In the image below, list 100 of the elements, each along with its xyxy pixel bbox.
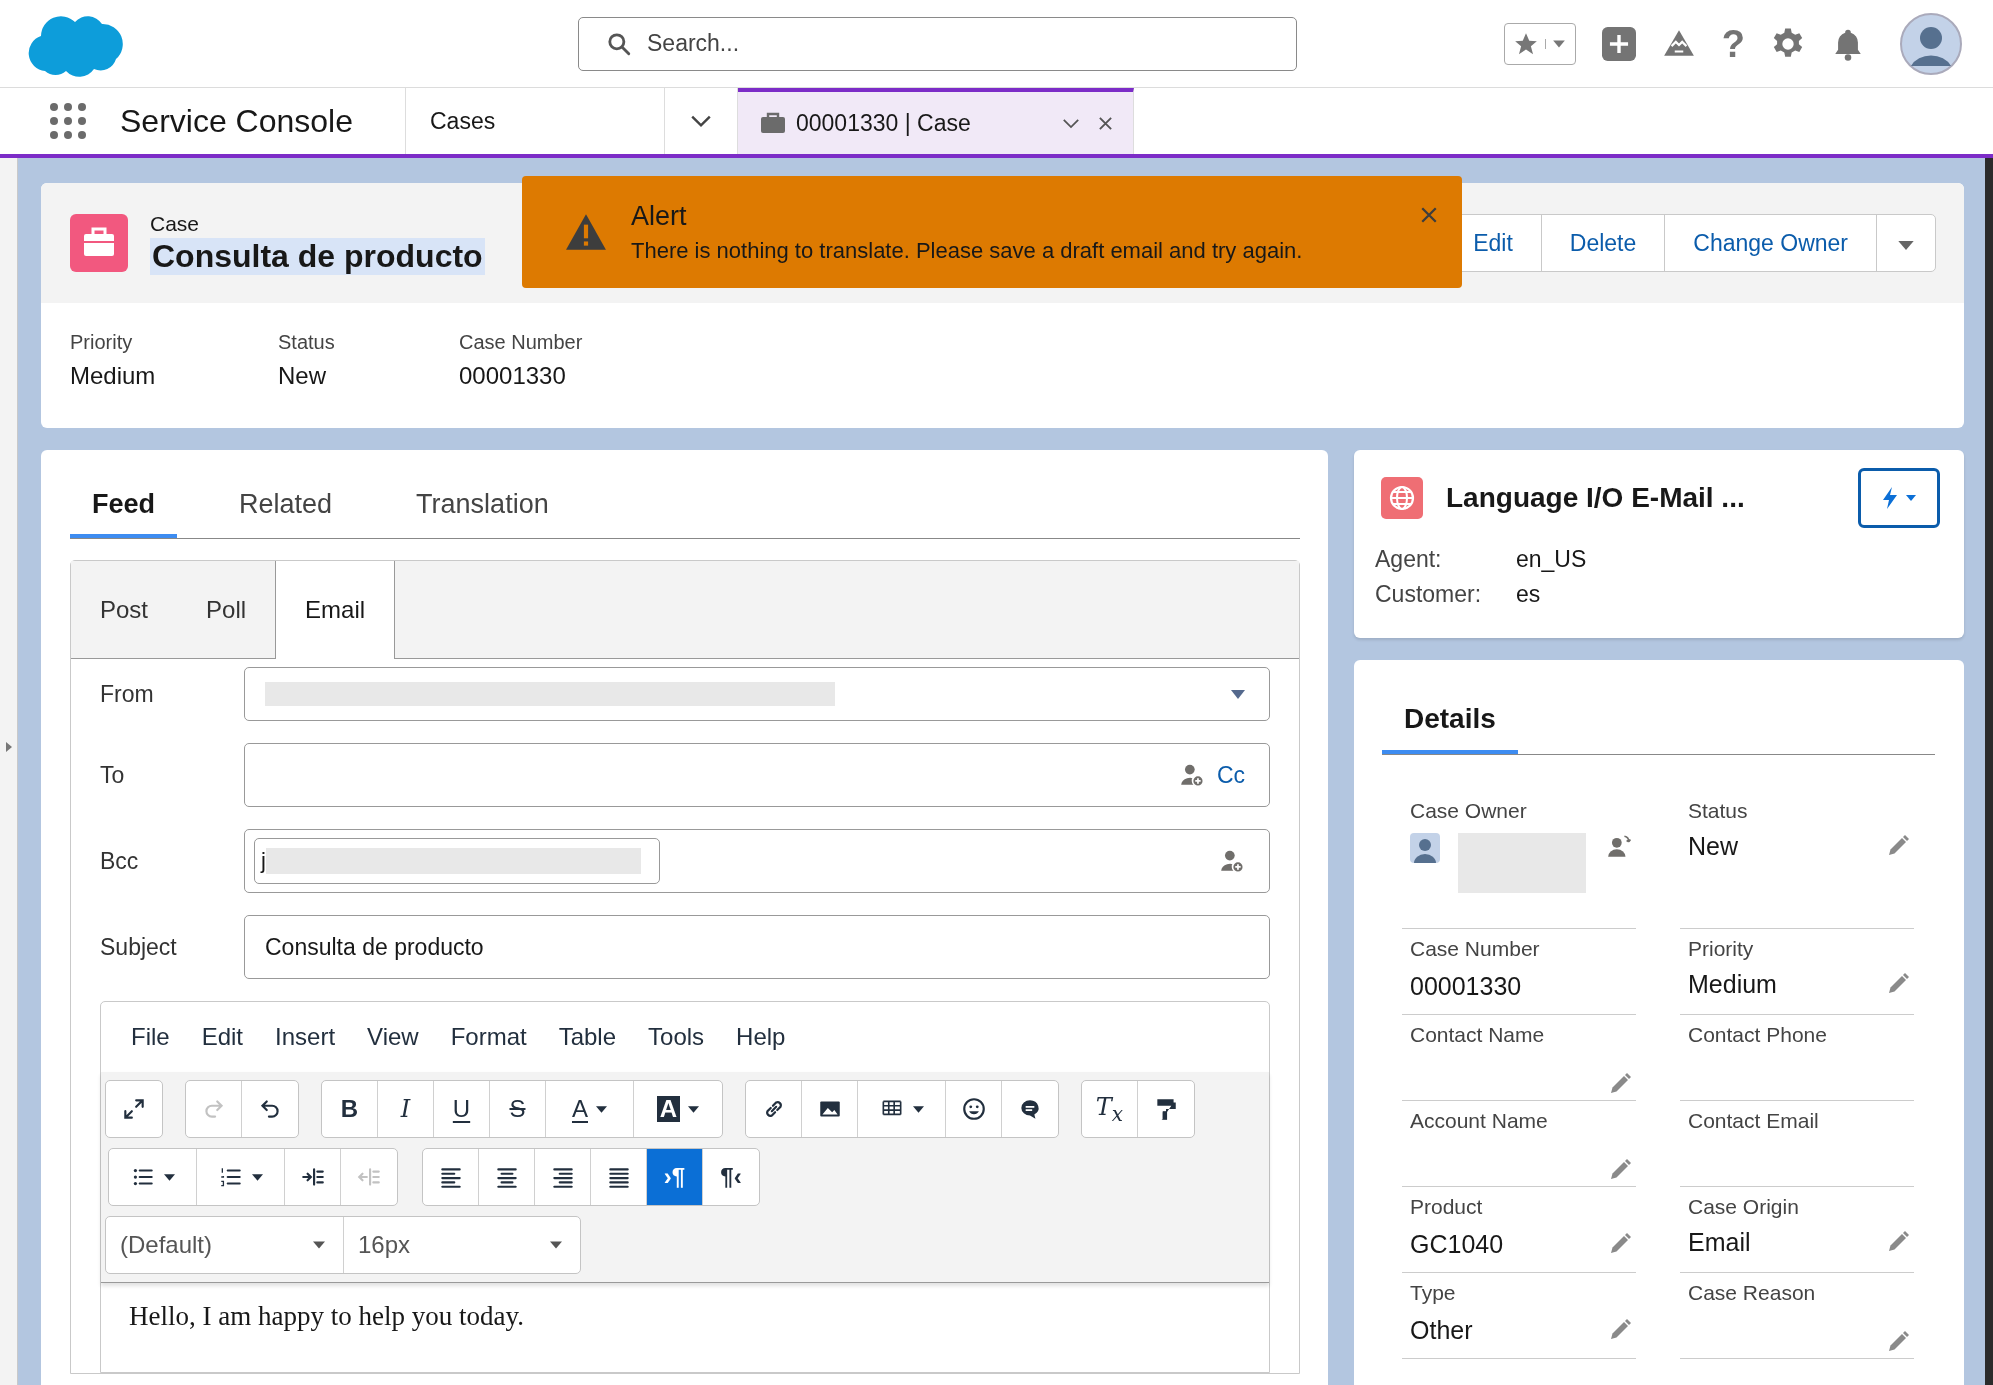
caret-right-icon <box>5 741 12 752</box>
close-icon[interactable] <box>1098 115 1113 131</box>
font-dropdown[interactable]: (Default) <box>106 1217 344 1273</box>
card-title: Language I/O E-Mail ... <box>1446 482 1746 514</box>
tab[interactable]: Poll <box>177 561 276 658</box>
tab[interactable]: Related <box>217 474 355 538</box>
workspace-tab[interactable]: 00001330 | Case <box>738 88 1134 154</box>
field-label: Case Number <box>1410 937 1541 961</box>
recipient-pill[interactable]: j <box>254 838 660 884</box>
smiley-icon <box>960 1096 987 1122</box>
menu-item[interactable]: Tools <box>648 1023 705 1051</box>
tab[interactable]: Post <box>71 561 178 658</box>
pencil-icon[interactable] <box>1886 972 1910 996</box>
menu-item[interactable]: Edit <box>201 1023 244 1051</box>
subject-field[interactable]: Consulta de producto <box>244 915 1270 979</box>
menu-item[interactable]: File <box>131 1023 170 1051</box>
bold-button[interactable]: B <box>322 1081 378 1137</box>
field-label: Contact Name <box>1410 1023 1546 1047</box>
field-label: Contact Phone <box>1688 1023 1828 1047</box>
alert-message: There is nothing to translate. Please save a draft email and try again. <box>631 237 1304 264</box>
underline-button[interactable]: U <box>434 1081 490 1137</box>
field-label: Status <box>1688 799 1749 823</box>
field-label: Priority <box>70 331 134 354</box>
field-label: Case Number <box>459 331 583 354</box>
field-label: Account Name <box>1410 1109 1549 1133</box>
favorites-button[interactable] <box>1503 22 1576 65</box>
plus-icon[interactable] <box>1601 26 1636 61</box>
tab[interactable]: Feed <box>70 474 178 538</box>
lightning-bolt-icon <box>1882 487 1898 509</box>
caret-icon <box>1231 689 1245 699</box>
menu-item[interactable]: Format <box>450 1023 527 1051</box>
menu-item[interactable]: Insert <box>275 1023 336 1051</box>
field-value: New <box>278 362 327 390</box>
field-value: 00001330 <box>459 362 567 390</box>
field-label: Contact Email <box>1688 1109 1820 1133</box>
pill-text: j <box>261 848 266 874</box>
object-tab[interactable]: Cases <box>406 88 665 154</box>
language-value: en_US <box>1516 545 1587 574</box>
pencil-icon[interactable] <box>1608 1158 1632 1182</box>
expand-icon <box>121 1096 147 1122</box>
pencil-icon[interactable] <box>1608 1318 1632 1342</box>
background-color-button[interactable]: A <box>634 1081 722 1137</box>
action-button[interactable]: Change Owner <box>1665 215 1877 271</box>
field-label: Case Reason <box>1688 1281 1817 1305</box>
object-label: Case <box>150 211 200 236</box>
language-value: es <box>1516 580 1541 609</box>
field-label: To <box>100 761 126 789</box>
alert-title: Alert <box>631 200 688 232</box>
field-label: Product <box>1410 1195 1484 1219</box>
change-owner-icon[interactable] <box>1606 833 1632 859</box>
left-to-right-button[interactable]: ›¶ <box>647 1149 703 1205</box>
warning-icon <box>565 213 607 251</box>
field-label: Case Owner <box>1410 799 1528 823</box>
app-launcher-icon[interactable] <box>48 101 88 141</box>
add-person-icon[interactable] <box>1178 762 1205 788</box>
action-button[interactable]: Delete <box>1541 215 1666 271</box>
help-button[interactable]: ? <box>1721 24 1745 63</box>
italic-button[interactable]: I <box>378 1081 434 1137</box>
quick-action-button[interactable] <box>1858 468 1940 528</box>
pencil-icon[interactable] <box>1886 1330 1910 1354</box>
tab[interactable]: Translation <box>394 474 571 538</box>
add-person-icon[interactable] <box>1219 848 1245 874</box>
font-dropdown[interactable]: 16px <box>344 1217 580 1273</box>
close-icon[interactable] <box>1420 206 1438 224</box>
caret-icon <box>688 1105 700 1113</box>
user-avatar-icon <box>1410 833 1440 863</box>
caret-icon <box>596 1105 607 1113</box>
from-dropdown[interactable] <box>244 667 1270 721</box>
field-value: New <box>1688 831 1739 861</box>
caret-icon <box>313 1241 325 1249</box>
text-color-button[interactable]: A <box>546 1081 634 1137</box>
avatar-icon[interactable] <box>1899 11 1963 76</box>
menu-item[interactable]: Help <box>736 1023 786 1051</box>
caret-icon <box>1897 239 1915 251</box>
recipient-field[interactable]: j <box>244 829 1270 893</box>
search-field[interactable]: Search... <box>578 16 1297 71</box>
caret-icon <box>1906 495 1916 501</box>
caret-icon <box>913 1105 924 1113</box>
field-value: GC1040 <box>1410 1229 1505 1259</box>
menu-item[interactable]: View <box>367 1023 419 1051</box>
menu-item[interactable]: Table <box>558 1023 617 1051</box>
right-to-left-button[interactable]: ¶‹ <box>703 1149 759 1205</box>
field-value: Medium <box>1688 969 1778 999</box>
field-label: From <box>100 680 155 708</box>
pencil-icon[interactable] <box>1886 834 1910 858</box>
tab[interactable]: Email <box>275 561 396 659</box>
pencil-icon[interactable] <box>1608 1232 1632 1256</box>
chevron-down-icon[interactable] <box>1062 117 1080 129</box>
pencil-icon[interactable] <box>1886 1230 1910 1254</box>
recipient-field[interactable]: Cc <box>244 743 1270 807</box>
email-body-text[interactable]: Hello, I am happy to help you today. <box>129 1301 1241 1332</box>
field-label: Priority <box>1688 937 1755 961</box>
strikethrough-button[interactable]: S <box>490 1081 546 1137</box>
caret-icon <box>252 1173 263 1181</box>
tab[interactable]: Details <box>1382 688 1518 754</box>
caret-icon <box>1544 38 1566 49</box>
cc-link[interactable]: Cc <box>1216 761 1245 789</box>
tab-label: 00001330 | Case <box>796 109 972 137</box>
field-label: Subject <box>100 933 178 961</box>
pencil-icon[interactable] <box>1608 1072 1632 1096</box>
